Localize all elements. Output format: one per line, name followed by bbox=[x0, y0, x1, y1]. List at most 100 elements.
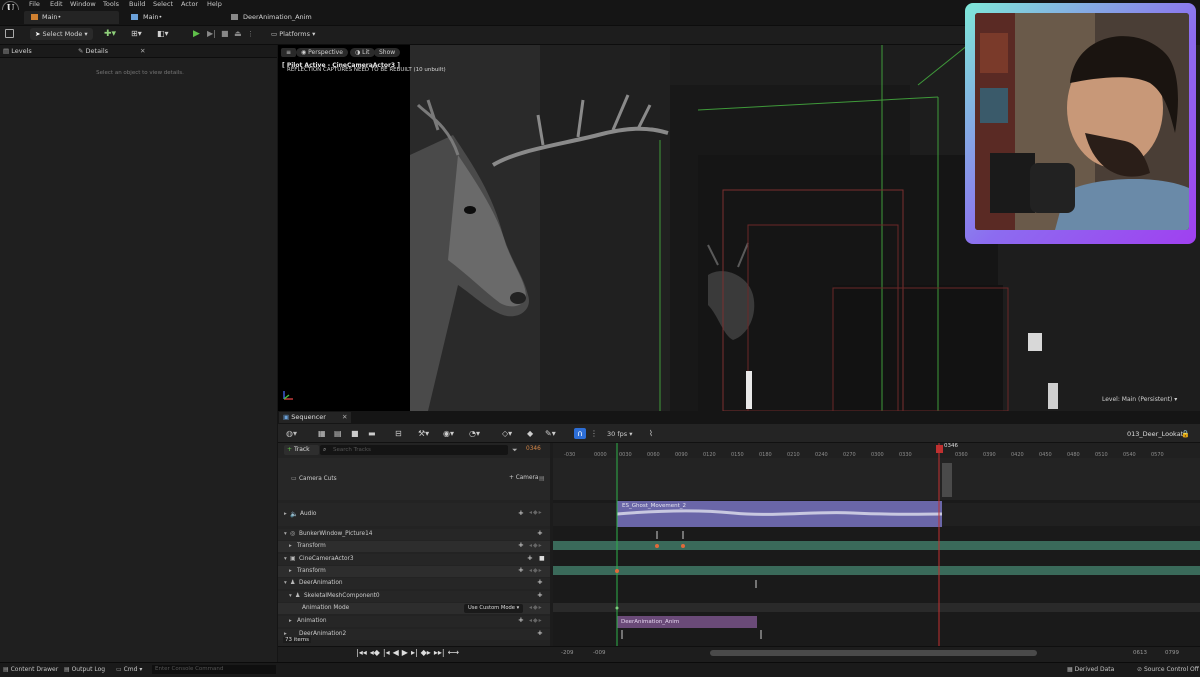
loop-icon[interactable]: ⟷ bbox=[448, 648, 459, 657]
jump-end-icon[interactable]: ▸▸| bbox=[434, 648, 445, 657]
add-actor-icon[interactable]: ✚▾ bbox=[104, 28, 116, 40]
play-icon[interactable]: ▶ bbox=[402, 648, 408, 657]
fps-dropdown[interactable]: 30 fps ▾ bbox=[607, 430, 632, 438]
close-icon[interactable]: ✕ bbox=[140, 45, 145, 57]
collapse-arrow-icon[interactable]: ▾ bbox=[289, 593, 292, 599]
level-indicator[interactable]: Level: Main (Persistent) ▾ bbox=[1102, 396, 1177, 403]
camera-lock-icon[interactable]: ■ bbox=[539, 555, 545, 562]
add-key-button[interactable]: + bbox=[518, 566, 524, 574]
snap-options-icon[interactable]: ⋮ bbox=[590, 429, 598, 438]
eject-icon[interactable]: ⏏ bbox=[234, 28, 242, 40]
step-forward-key-icon[interactable]: ◆▸ bbox=[421, 648, 431, 657]
add-button[interactable]: + bbox=[537, 578, 543, 586]
expand-arrow-icon[interactable]: ▸ bbox=[284, 511, 287, 517]
tab-main-2[interactable]: Main• bbox=[143, 12, 162, 23]
camera-icon[interactable]: ■ bbox=[351, 429, 359, 438]
tab-levels[interactable]: ▤ Levels bbox=[3, 45, 32, 57]
range-end-view-field[interactable]: 0613 bbox=[1133, 650, 1147, 656]
range-start-view-field[interactable]: -009 bbox=[593, 650, 605, 656]
lock-icon[interactable]: 🔒 bbox=[1181, 430, 1190, 438]
collapse-arrow-icon[interactable]: ▾ bbox=[284, 556, 287, 562]
playback-options-icon[interactable]: ◔▾ bbox=[469, 429, 480, 438]
tree-icon[interactable]: ⊟ bbox=[395, 429, 402, 438]
search-tracks-input[interactable]: ⌕ Search Tracks bbox=[320, 445, 508, 455]
current-frame-field[interactable]: 0346 bbox=[526, 446, 541, 452]
collapse-arrow-icon[interactable]: ▾ bbox=[284, 580, 287, 586]
play-icon[interactable]: ▶ bbox=[193, 28, 200, 40]
add-key-icon[interactable]: ◆ bbox=[527, 429, 533, 438]
cinematics-icon[interactable]: ◧▾ bbox=[157, 28, 169, 40]
step-forward-icon[interactable]: ▸| bbox=[411, 648, 418, 657]
key-nav-icon[interactable]: ◂◆▸ bbox=[529, 567, 543, 574]
filter-icon[interactable]: ⏷ bbox=[512, 446, 518, 455]
snap-icon[interactable]: ∩ bbox=[574, 428, 586, 439]
menu-tools[interactable]: Tools bbox=[103, 0, 119, 9]
timeline-area[interactable] bbox=[553, 443, 1200, 646]
key-interpolation-icon[interactable]: ◇▾ bbox=[502, 429, 512, 438]
menu-build[interactable]: Build bbox=[129, 0, 145, 9]
stop-icon[interactable]: ■ bbox=[221, 28, 229, 40]
view-options-icon[interactable]: ◉▾ bbox=[443, 429, 454, 438]
actions-icon[interactable]: ⚒▾ bbox=[418, 429, 429, 438]
select-mode-button[interactable]: ➤ Select Mode ▾ bbox=[30, 28, 93, 40]
camera-lock-icon[interactable]: ▤ bbox=[539, 475, 545, 482]
menu-select[interactable]: Select bbox=[153, 0, 173, 9]
play-reverse-icon[interactable]: ◀ bbox=[393, 648, 399, 657]
expand-arrow-icon[interactable]: ▸ bbox=[289, 618, 292, 624]
content-drawer-button[interactable]: ▤ Content Drawer bbox=[3, 665, 58, 674]
audio-clip-label[interactable]: ES_Ghost_Movement_2 bbox=[622, 503, 686, 509]
output-log-button[interactable]: ▤ Output Log bbox=[64, 665, 105, 674]
find-asset-icon[interactable]: ▤ bbox=[334, 429, 342, 438]
curve-editor-icon[interactable]: ⌇ bbox=[649, 429, 653, 438]
key-nav-icon[interactable]: ◂◆▸ bbox=[529, 509, 543, 516]
step-back-icon[interactable]: |◂ bbox=[383, 648, 390, 657]
show-button[interactable]: Show bbox=[374, 48, 401, 57]
add-animation-button[interactable]: + bbox=[518, 616, 524, 624]
save-icon[interactable] bbox=[5, 29, 14, 38]
timeline-scrollbar[interactable] bbox=[710, 650, 1037, 656]
add-audio-button[interactable]: + bbox=[518, 509, 524, 517]
audio-row[interactable] bbox=[278, 503, 550, 526]
menu-file[interactable]: File bbox=[29, 0, 40, 9]
add-button[interactable]: + bbox=[537, 591, 543, 599]
expand-arrow-icon[interactable]: ▸ bbox=[289, 568, 292, 574]
anim-clip-label[interactable]: DeerAnimation_Anim bbox=[621, 619, 679, 625]
jump-start-icon[interactable]: |◂◂ bbox=[356, 648, 367, 657]
menu-actor[interactable]: Actor bbox=[181, 0, 198, 9]
menu-help[interactable]: Help bbox=[207, 0, 222, 9]
render-movie-icon[interactable]: ▬ bbox=[368, 429, 376, 438]
viewport-menu-icon[interactable]: ≡ bbox=[281, 48, 297, 57]
key-nav-icon[interactable]: ◂◆▸ bbox=[529, 617, 543, 624]
add-button[interactable]: + bbox=[537, 529, 543, 537]
sequencer-tab[interactable]: ▣ Sequencer ✕ bbox=[279, 412, 351, 423]
menu-edit[interactable]: Edit bbox=[50, 0, 63, 9]
draw-icon[interactable]: ✎▾ bbox=[545, 429, 556, 438]
step-icon[interactable]: ▶| bbox=[207, 28, 216, 40]
add-track-button[interactable]: + Track bbox=[284, 445, 319, 455]
add-button[interactable]: + bbox=[537, 629, 543, 637]
key-nav-icon[interactable]: ◂◆▸ bbox=[529, 542, 543, 549]
blueprint-icon[interactable]: ⊞▾ bbox=[131, 28, 142, 40]
platforms-button[interactable]: ▭ Platforms ▾ bbox=[271, 28, 315, 40]
add-button[interactable]: + bbox=[527, 554, 533, 562]
lit-button[interactable]: ◑ Lit bbox=[350, 48, 375, 57]
sequence-name[interactable]: 013_Deer_Lookat bbox=[1127, 430, 1183, 438]
save-sequence-icon[interactable]: ▦ bbox=[318, 429, 326, 438]
more-options-icon[interactable]: ⋮ bbox=[247, 28, 254, 40]
console-input[interactable]: Enter Console Command bbox=[152, 665, 276, 674]
range-start-field[interactable]: -209 bbox=[561, 650, 573, 656]
cmd-dropdown[interactable]: ▭ Cmd ▾ bbox=[116, 665, 142, 674]
menu-window[interactable]: Window bbox=[70, 0, 96, 9]
animation-mode-dropdown[interactable]: Use Custom Mode ▾ bbox=[464, 604, 523, 613]
range-end-field[interactable]: 0799 bbox=[1165, 650, 1179, 656]
key-nav-icon[interactable]: ◂◆▸ bbox=[529, 604, 543, 611]
expand-arrow-icon[interactable]: ▸ bbox=[289, 543, 292, 549]
add-key-button[interactable]: + bbox=[518, 541, 524, 549]
collapse-arrow-icon[interactable]: ▾ bbox=[284, 531, 287, 537]
step-back-key-icon[interactable]: ◂◆ bbox=[370, 648, 380, 657]
tab-main-active[interactable] bbox=[24, 11, 119, 24]
source-control-button[interactable]: ⊘ Source Control Off bbox=[1137, 665, 1199, 674]
tab-details[interactable]: ✎ Details bbox=[78, 45, 108, 57]
derived-data-button[interactable]: ▦ Derived Data bbox=[1067, 665, 1114, 674]
tab-deer-animation[interactable]: DeerAnimation_Anim bbox=[243, 12, 312, 23]
